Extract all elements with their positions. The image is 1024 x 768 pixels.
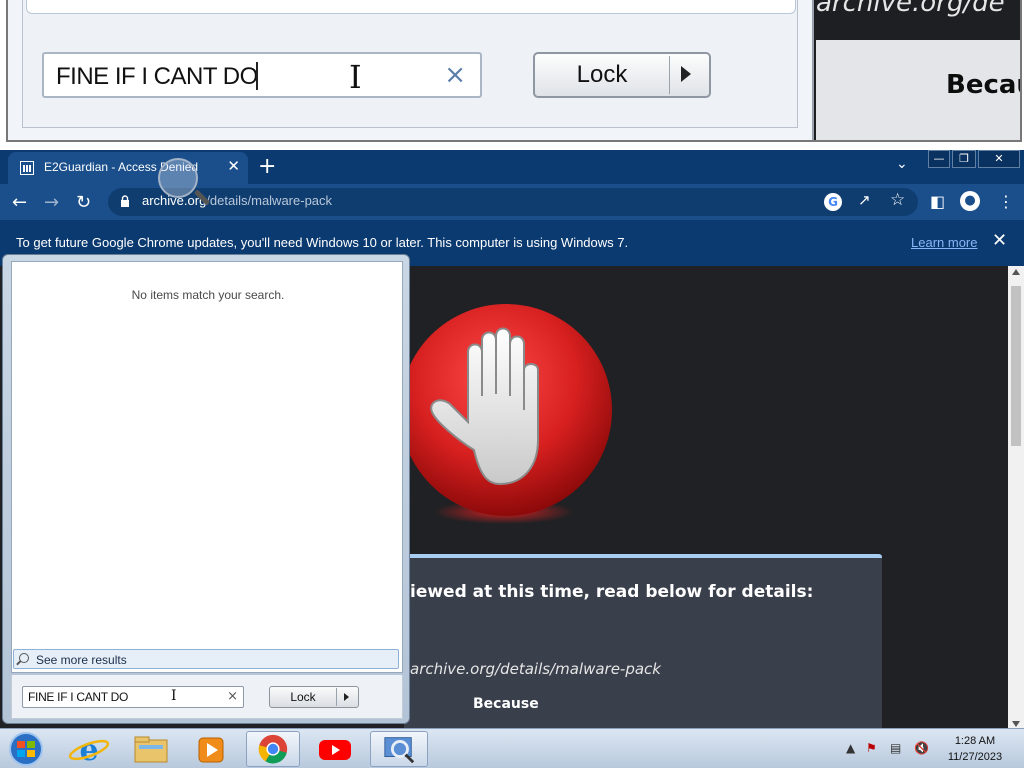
scroll-up-icon[interactable] [1012,269,1020,275]
action-center-icon[interactable]: ⚑ [866,741,877,755]
youtube-icon[interactable] [308,731,362,767]
reload-icon[interactable]: ↻ [76,192,91,213]
clock-time: 1:28 AM [954,735,996,747]
zoom-start-menu: FINE IF I CANT DO I × Lock [8,0,814,140]
network-icon[interactable]: ▤ [890,741,901,755]
volume-muted-icon[interactable]: 🔇 [914,741,929,755]
zoom-see-more-bar [26,0,796,14]
scroll-down-icon[interactable] [1012,721,1020,727]
search-app-icon[interactable] [370,731,428,767]
close-window-button[interactable]: ✕ [978,150,1020,168]
svg-text:e: e [79,733,98,767]
lock-button[interactable]: Lock [269,686,359,708]
profile-icon[interactable]: ● [960,191,980,211]
infobar-close-icon[interactable]: ✕ [992,230,1007,251]
search-results-pane: No items match your search. [11,261,403,673]
magnifier-zoom-view: archive.org/de Becau FINE IF I CANT DO I… [0,0,1024,150]
minimize-button[interactable]: — [928,150,950,168]
learn-more-link[interactable]: Learn more [911,235,977,250]
tab-access-denied[interactable]: E2Guardian - Access Denied ✕ [8,152,248,184]
share-icon[interactable]: ↗ [858,191,871,209]
start-search-input[interactable]: FINE IF I CANT DO I × [22,686,244,708]
close-tab-icon[interactable]: ✕ [227,157,240,175]
side-panel-icon[interactable]: ◧ [930,192,945,211]
url-path: /details/malware-pack [206,193,333,208]
lock-separator [336,688,337,706]
zoom-frame: archive.org/de Becau FINE IF I CANT DO I… [6,0,1022,142]
media-player-icon[interactable] [184,731,238,767]
forward-icon[interactable]: → [44,192,59,213]
new-tab-button[interactable]: + [258,154,276,179]
stop-hand-icon [400,304,612,524]
zoom-lock-button[interactable]: Lock [533,52,711,98]
zoom-search-input[interactable]: FINE IF I CANT DO I × [42,52,482,98]
archive-favicon-icon [20,161,34,175]
blocked-url: archive.org/details/malware-pack [410,660,661,678]
lock-label: Lock [290,690,316,704]
back-icon[interactable]: ← [12,192,27,213]
start-orb-icon[interactable] [4,731,48,767]
chevron-down-icon[interactable]: ⌄ [896,156,908,172]
browser-toolbar: ← → ↻ archive.org/details/malware-pack G… [0,184,1024,220]
title-bar: E2Guardian - Access Denied ✕ + ⌄ — ❐ ✕ [0,150,1024,184]
no-results-message: No items match your search. [131,288,285,302]
system-clock[interactable]: 1:28 AM 11/27/2023 [935,733,1015,765]
clear-icon[interactable]: × [444,60,466,90]
chrome-icon[interactable] [246,731,300,767]
lock-icon[interactable] [120,195,130,207]
zoom-lock-separator [669,56,670,94]
google-lens-icon[interactable]: G [824,193,842,211]
because-label: Because [473,696,539,712]
shutdown-options-arrow-icon[interactable] [344,693,349,701]
file-explorer-icon[interactable] [124,731,178,767]
chevron-right-icon[interactable] [681,66,691,82]
search-icon [19,653,29,663]
magnifier-cursor-icon [158,158,198,198]
see-more-label: See more results [36,653,127,667]
start-search-text: FINE IF I CANT DO [28,690,129,704]
infobar-message: To get future Google Chrome updates, you… [16,235,629,250]
bookmark-star-icon[interactable]: ☆ [890,190,905,210]
page-scrollbar[interactable] [1008,266,1024,730]
clear-search-icon[interactable]: × [227,689,238,704]
denied-info-panel: iewed at this time, read below for detai… [404,554,882,730]
ibeam-cursor-icon: I [349,58,362,96]
start-menu-footer: FINE IF I CANT DO I × Lock [11,675,403,719]
zoom-url-fragment: archive.org/de [816,0,1005,18]
internet-explorer-icon[interactable]: e [62,731,116,767]
zoom-because-fragment: Becau [946,70,1020,100]
more-menu-icon[interactable]: ⋮ [998,192,1014,211]
zoom-search-text: FINE IF I CANT DO [56,63,258,90]
address-bar[interactable]: archive.org/details/malware-pack G ↗ ☆ [108,188,918,216]
show-hidden-icons-icon[interactable]: ▲ [846,741,855,755]
taskbar: e ▲ ⚑ ▤ 🔇 1:28 AM 11/27/2023 [0,728,1024,768]
clock-date: 11/27/2023 [947,751,1003,763]
restore-button[interactable]: ❐ [952,150,976,168]
zoom-lock-label: Lock [576,61,628,88]
start-menu: No items match your search. See more res… [2,254,410,724]
scroll-thumb[interactable] [1011,286,1021,446]
see-more-results-button[interactable]: See more results [13,649,399,669]
text-caret [256,62,258,90]
ibeam-cursor-icon: I [171,688,177,704]
denied-heading: iewed at this time, read below for detai… [410,582,814,602]
